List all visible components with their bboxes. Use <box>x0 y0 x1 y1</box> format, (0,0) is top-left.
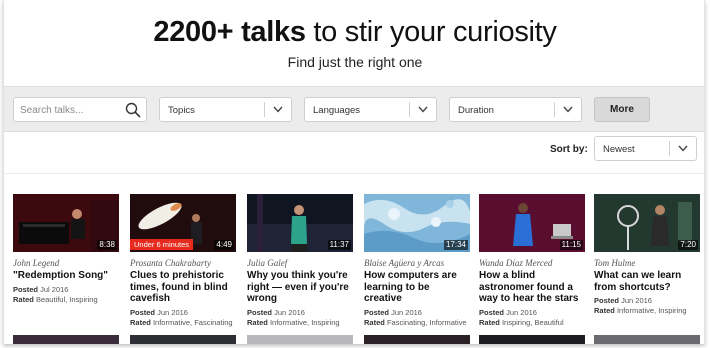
rated-tags: Informative, Inspiring <box>269 317 340 327</box>
talk-thumbnail[interactable]: 8:38 <box>13 194 119 252</box>
posted-date: Jun 2016 <box>391 307 422 317</box>
duration-select[interactable]: Duration <box>449 97 582 122</box>
next-row-thumbnail[interactable] <box>247 335 353 344</box>
talk-title[interactable]: What can we learn from shortcuts? <box>594 270 700 293</box>
browse-page: 2200+ talks to stir your curiosity Find … <box>3 0 705 344</box>
posted-date: Jul 2016 <box>40 284 69 294</box>
page-title: 2200+ talks to stir your curiosity <box>4 16 704 49</box>
talk-card[interactable]: Under 6 minutes 4:49 Prosanta Chakrabart… <box>130 194 236 328</box>
select-divider <box>554 102 555 117</box>
talk-duration: 11:37 <box>327 240 351 250</box>
next-row-thumbnail[interactable] <box>479 335 585 344</box>
talk-duration: 4:49 <box>214 240 234 250</box>
sort-label: Sort by: <box>550 144 588 155</box>
posted-date: Jun 2016 <box>157 307 188 317</box>
talk-thumbnail[interactable]: Under 6 minutes 4:49 <box>130 194 236 252</box>
talk-speaker: Blaise Agüera y Arcas <box>364 258 445 268</box>
chevron-down-icon <box>563 106 573 113</box>
rated-tags: Informative, Fascinating <box>152 317 233 327</box>
talk-meta: Posted Jun 2016 Rated Fascinating, Infor… <box>364 308 470 328</box>
talk-speaker: Prosanta Chakrabarty <box>130 258 211 268</box>
talk-duration: 11:15 <box>559 240 583 250</box>
talk-card[interactable]: 11:15 Wanda Díaz Merced How a blind astr… <box>479 194 585 328</box>
posted-label: Posted <box>364 307 390 317</box>
chevron-down-icon <box>273 106 283 113</box>
talk-card[interactable]: 7:20 Tom Hulme What can we learn from sh… <box>594 194 700 316</box>
hero-header: 2200+ talks to stir your curiosity Find … <box>4 0 704 86</box>
talk-speaker: Wanda Díaz Merced <box>479 258 553 268</box>
rated-label: Rated <box>130 317 151 327</box>
talk-speaker: Tom Hulme <box>594 258 636 268</box>
search-input[interactable] <box>20 102 120 118</box>
talk-title[interactable]: Why you think you're right — even if you… <box>247 270 353 305</box>
talk-speaker: Julia Galef <box>247 258 288 268</box>
talk-duration: 7:20 <box>678 240 698 250</box>
talk-thumbnail[interactable]: 17:34 <box>364 194 470 252</box>
rated-tags: Fascinating, Informative <box>386 317 467 327</box>
rated-tags: Beautiful, Inspiring <box>35 294 98 304</box>
talk-meta: Posted Jun 2016 Rated Informative, Inspi… <box>594 296 700 316</box>
chevron-down-icon <box>418 106 428 113</box>
select-divider <box>264 102 265 117</box>
talk-meta: Posted Jun 2016 Rated Inspiring, Beautif… <box>479 308 585 328</box>
talk-card[interactable]: 8:38 John Legend "Redemption Song" Poste… <box>13 194 119 305</box>
sort-select[interactable]: Newest <box>594 136 697 161</box>
rated-label: Rated <box>13 294 34 304</box>
more-filters-button[interactable]: More <box>594 97 650 122</box>
select-divider <box>669 141 670 156</box>
talk-duration: 17:34 <box>443 240 468 250</box>
title-count: 2200+ talks <box>153 16 306 48</box>
languages-select[interactable]: Languages <box>304 97 437 122</box>
rated-label: Rated <box>479 317 500 327</box>
search-icon[interactable] <box>125 102 141 118</box>
posted-label: Posted <box>130 307 156 317</box>
next-row-thumbnail[interactable] <box>13 335 119 344</box>
talk-title[interactable]: "Redemption Song" <box>13 270 119 282</box>
rated-label: Rated <box>247 317 268 327</box>
rated-tags: Informative, Inspiring <box>616 306 687 315</box>
next-row-thumbnail[interactable] <box>364 335 470 344</box>
next-row-thumbnail[interactable] <box>594 335 700 344</box>
short-talk-badge: Under 6 minutes <box>130 239 194 250</box>
posted-label: Posted <box>479 307 505 317</box>
posted-label: Posted <box>247 307 273 317</box>
posted-label: Posted <box>594 296 620 305</box>
talk-meta: Posted Jun 2016 Rated Informative, Fasci… <box>130 308 236 328</box>
languages-label: Languages <box>313 105 361 116</box>
posted-date: Jun 2016 <box>274 307 305 317</box>
select-divider <box>409 102 410 117</box>
talk-thumbnail[interactable]: 11:15 <box>479 194 585 252</box>
rated-label: Rated <box>364 317 385 327</box>
topics-select[interactable]: Topics <box>159 97 292 122</box>
next-row-thumbnail[interactable] <box>130 335 236 344</box>
talk-meta: Posted Jul 2016 Rated Beautiful, Inspiri… <box>13 285 119 305</box>
talk-title[interactable]: How a blind astronomer found a way to he… <box>479 270 585 305</box>
sort-value: Newest <box>603 144 635 155</box>
talk-title[interactable]: How computers are learning to be creativ… <box>364 270 470 305</box>
talk-thumbnail[interactable]: 7:20 <box>594 194 700 252</box>
talk-card[interactable]: 11:37 Julia Galef Why you think you're r… <box>247 194 353 328</box>
chevron-down-icon <box>678 145 688 152</box>
page-subtitle: Find just the right one <box>287 54 423 70</box>
talk-meta: Posted Jun 2016 Rated Informative, Inspi… <box>247 308 353 328</box>
talk-speaker: John Legend <box>13 258 60 268</box>
talk-duration: 8:38 <box>97 240 117 250</box>
posted-label: Posted <box>13 284 39 294</box>
search-box[interactable] <box>13 97 147 122</box>
topics-label: Topics <box>168 105 195 116</box>
talk-title[interactable]: Clues to prehistoric times, found in bli… <box>130 270 236 305</box>
rated-tags: Inspiring, Beautiful <box>501 317 564 327</box>
rated-label: Rated <box>594 306 615 315</box>
talk-thumbnail[interactable]: 11:37 <box>247 194 353 252</box>
talk-card[interactable]: 17:34 Blaise Agüera y Arcas How computer… <box>364 194 470 328</box>
posted-date: Jun 2016 <box>506 307 537 317</box>
filter-bar: Topics Languages Duration More <box>4 86 704 132</box>
posted-date: Jun 2016 <box>621 296 652 305</box>
title-rest: to stir your curiosity <box>305 16 557 48</box>
divider <box>4 173 704 174</box>
duration-label: Duration <box>458 105 494 116</box>
